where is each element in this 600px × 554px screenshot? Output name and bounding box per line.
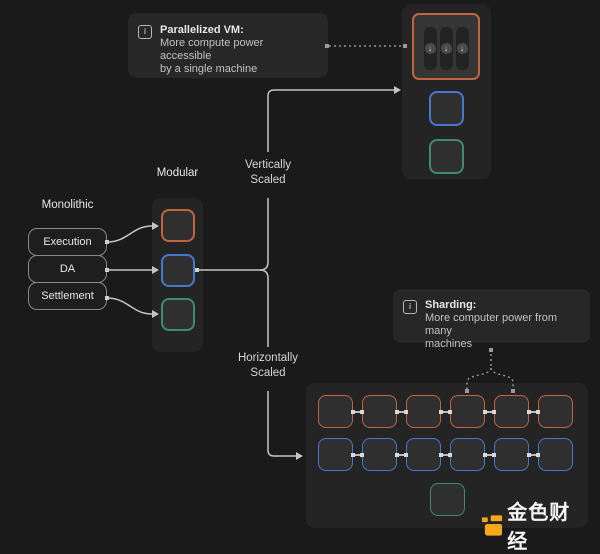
vm-thread: ↓ bbox=[440, 27, 453, 70]
shard-connector bbox=[353, 454, 362, 456]
modular-execution-box bbox=[161, 209, 195, 242]
vertically-scaled-line2: Scaled bbox=[223, 173, 313, 188]
shard-box bbox=[362, 438, 397, 471]
vertically-scaled-line1: Vertically bbox=[223, 158, 313, 173]
horizontal-scale-panel: 金色财经 bbox=[306, 383, 588, 528]
shard-box bbox=[538, 395, 573, 428]
shard-connector bbox=[529, 454, 538, 456]
modular-label: Modular bbox=[152, 167, 203, 179]
shard-connector bbox=[529, 411, 538, 413]
tooltip-line: More compute power accessible bbox=[160, 37, 316, 63]
shard-box bbox=[450, 395, 485, 428]
shard-box bbox=[450, 438, 485, 471]
shard-connector bbox=[441, 454, 450, 456]
tooltip-title: Sharding: bbox=[425, 299, 578, 312]
shard-box bbox=[406, 395, 441, 428]
modular-panel bbox=[152, 198, 203, 352]
modular-settlement-box bbox=[161, 298, 195, 331]
shard-connector bbox=[485, 411, 494, 413]
vertical-scale-panel: ↓ ↓ ↓ bbox=[402, 4, 491, 179]
modular-da-box bbox=[161, 254, 195, 287]
tooltip-sharding: i Sharding: More computer power from man… bbox=[393, 289, 590, 343]
vertically-scaled-label: Vertically Scaled bbox=[223, 158, 313, 188]
info-icon: i bbox=[138, 25, 152, 39]
settlement-box-vertical bbox=[429, 139, 464, 174]
monolithic-stack: Execution DA Settlement bbox=[28, 228, 107, 310]
parallel-vm-box: ↓ ↓ ↓ bbox=[412, 13, 480, 80]
horizontally-scaled-label: Horizontally Scaled bbox=[213, 351, 323, 381]
shard-row-da bbox=[318, 438, 573, 471]
shard-box bbox=[318, 395, 353, 428]
shard-connector bbox=[353, 411, 362, 413]
shard-box bbox=[430, 483, 465, 516]
shard-row-execution bbox=[318, 395, 573, 428]
shard-box bbox=[406, 438, 441, 471]
jinse-finance-logo: 金色财经 bbox=[482, 496, 588, 554]
shard-row-settlement bbox=[430, 483, 465, 516]
shard-box bbox=[318, 438, 353, 471]
vm-thread: ↓ bbox=[424, 27, 437, 70]
tooltip-line: More computer power from many bbox=[425, 312, 578, 338]
monolithic-settlement-box: Settlement bbox=[28, 282, 107, 310]
tooltip-parallelized-vm: i Parallelized VM: More compute power ac… bbox=[128, 13, 328, 78]
shard-connector bbox=[397, 454, 406, 456]
tooltip-line: by a single machine bbox=[160, 63, 316, 76]
shard-connector bbox=[485, 454, 494, 456]
tooltip-title: Parallelized VM: bbox=[160, 24, 316, 37]
shard-box bbox=[494, 438, 529, 471]
jinse-logo-text: 金色财经 bbox=[507, 496, 588, 554]
tooltip-line: machines bbox=[425, 338, 578, 351]
shard-box bbox=[494, 395, 529, 428]
shard-box bbox=[538, 438, 573, 471]
da-box-vertical bbox=[429, 91, 464, 126]
jinse-logo-icon bbox=[482, 515, 502, 536]
info-icon: i bbox=[403, 300, 417, 314]
down-arrow-icon: ↓ bbox=[457, 43, 468, 54]
monolithic-execution-box: Execution bbox=[28, 228, 107, 256]
down-arrow-icon: ↓ bbox=[425, 43, 436, 54]
monolithic-da-box: DA bbox=[28, 255, 107, 283]
shard-connector bbox=[397, 411, 406, 413]
horizontally-scaled-line1: Horizontally bbox=[213, 351, 323, 366]
monolithic-label: Monolithic bbox=[28, 199, 107, 211]
shard-box bbox=[362, 395, 397, 428]
horizontally-scaled-line2: Scaled bbox=[213, 366, 323, 381]
down-arrow-icon: ↓ bbox=[441, 43, 452, 54]
vm-thread: ↓ bbox=[456, 27, 469, 70]
shard-connector bbox=[441, 411, 450, 413]
